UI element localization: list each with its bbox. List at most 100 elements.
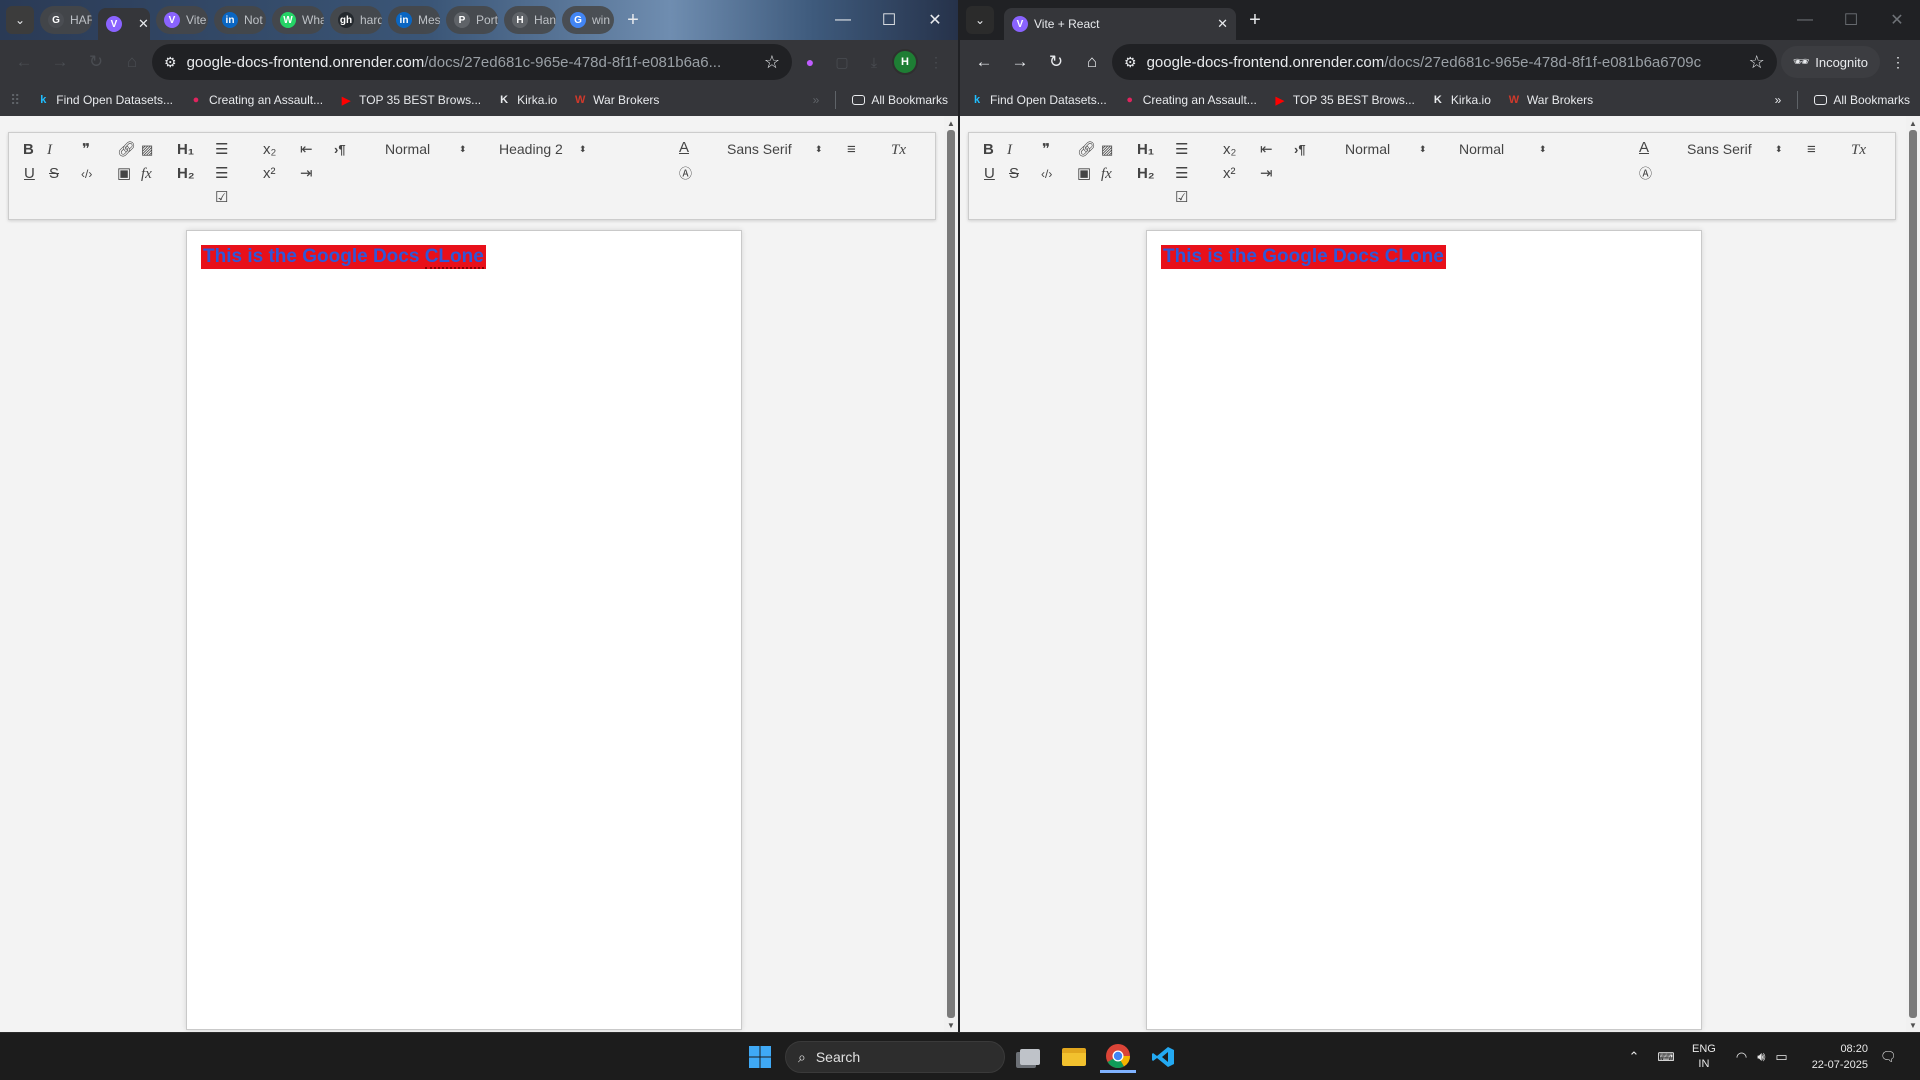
background-color-icon[interactable]: Ⓐ [1639, 165, 1652, 183]
header-select[interactable]: Normal ⬍ [1345, 141, 1429, 157]
clock[interactable]: 08:20 22-07-2025 [1812, 1041, 1868, 1073]
maximize-button[interactable]: ☐ [1828, 0, 1874, 40]
tab[interactable]: Gwin [562, 6, 614, 34]
formula-button[interactable]: fx [141, 165, 152, 183]
new-tab-button[interactable]: + [620, 7, 646, 33]
site-info-icon[interactable]: ⚙ [164, 54, 177, 71]
link-icon[interactable]: 🔗︎ [117, 141, 136, 159]
download-icon[interactable]: ⤓ [860, 48, 888, 76]
more-bookmarks-icon[interactable]: » [813, 93, 820, 107]
align-icon[interactable]: ≡ [847, 141, 856, 159]
close-window-button[interactable]: ✕ [1874, 0, 1920, 40]
chevron-up-icon[interactable]: ⌃ [1624, 1049, 1644, 1065]
font-select[interactable]: Sans Serif ⬍ [727, 141, 823, 157]
bookmark-star-icon[interactable]: ☆ [1749, 52, 1765, 73]
heading-select[interactable]: Normal ⬍ [1459, 141, 1547, 157]
tab-active[interactable]: V Vite + React ✕ [1004, 8, 1236, 40]
bookmark-item[interactable]: K Kirka.io [1431, 93, 1491, 107]
reload-button[interactable]: ↻ [80, 46, 112, 78]
clean-format-button[interactable]: Tx [1851, 141, 1866, 159]
bookmark-item[interactable]: ● Creating an Assault... [1123, 93, 1256, 107]
site-info-icon[interactable]: ⚙ [1124, 54, 1137, 71]
document-heading[interactable]: This is the Google Docs CLone [1161, 245, 1446, 269]
bold-button[interactable]: B [23, 141, 34, 159]
direction-button[interactable]: ›¶ [334, 141, 346, 159]
start-button[interactable] [744, 1041, 776, 1073]
tab-search-button[interactable]: ⌄ [966, 6, 994, 34]
more-bookmarks-icon[interactable]: » [1775, 93, 1782, 107]
notification-icon[interactable]: 🗨︎ [1880, 1049, 1897, 1065]
tab[interactable]: in Not [214, 6, 266, 34]
bookmark-item[interactable]: ▶ TOP 35 BEST Brows... [339, 93, 481, 107]
blockquote-button[interactable]: ❞ [1042, 141, 1050, 159]
bookmark-item[interactable]: k Find Open Datasets... [36, 93, 173, 107]
scroll-up-arrow[interactable]: ▲ [1906, 116, 1920, 130]
header-select[interactable]: Normal ⬍ [385, 141, 469, 157]
language-indicator[interactable]: ENG IN [1692, 1042, 1716, 1072]
indent-icon[interactable]: ⇥ [300, 165, 313, 183]
puzzle-icon[interactable]: ▢ [828, 48, 856, 76]
italic-button[interactable]: I [1007, 141, 1012, 159]
close-window-button[interactable]: ✕ [912, 0, 958, 40]
back-button[interactable]: ← [8, 46, 40, 78]
superscript-button[interactable]: x² [1223, 165, 1236, 183]
chrome-taskbar-icon[interactable] [1100, 1041, 1136, 1073]
bullet-list-icon[interactable]: ☰ [1175, 165, 1188, 183]
code-button[interactable]: ‹/› [1041, 165, 1052, 183]
font-select[interactable]: Sans Serif ⬍ [1687, 141, 1783, 157]
home-button[interactable]: ⌂ [116, 46, 148, 78]
bookmark-item[interactable]: k Find Open Datasets... [970, 93, 1107, 107]
align-icon[interactable]: ≡ [1807, 141, 1816, 159]
task-view-icon[interactable] [1014, 1041, 1046, 1073]
code-button[interactable]: ‹/› [81, 165, 92, 183]
link-icon[interactable]: 🔗︎ [1077, 141, 1096, 159]
tab[interactable]: P Port [446, 6, 498, 34]
maximize-button[interactable]: ☐ [866, 0, 912, 40]
ordered-list-icon[interactable]: ☰ [1175, 141, 1188, 159]
checklist-icon[interactable]: ☑ [1175, 189, 1188, 207]
formula-button[interactable]: fx [1101, 165, 1112, 183]
heading-select[interactable]: Heading 2 ⬍ [499, 141, 587, 157]
reload-button[interactable]: ↻ [1040, 46, 1072, 78]
forward-button[interactable]: → [1004, 46, 1036, 78]
video-button[interactable]: ▣ [117, 165, 131, 183]
tab[interactable]: G HAF [40, 6, 92, 34]
file-explorer-icon[interactable] [1056, 1041, 1092, 1073]
tab[interactable]: H Han [504, 6, 556, 34]
minimize-button[interactable]: — [1782, 0, 1828, 40]
bold-button[interactable]: B [983, 141, 994, 159]
profile-avatar[interactable]: H [892, 49, 918, 75]
document-page[interactable]: This is the Google Docs CLone [1146, 230, 1702, 1030]
scroll-up-arrow[interactable]: ▲ [944, 116, 958, 130]
scrollbar-thumb[interactable] [947, 130, 955, 1018]
scroll-down-arrow[interactable]: ▼ [1906, 1018, 1920, 1032]
keyboard-icon[interactable]: ⌨ [1652, 1050, 1680, 1064]
video-button[interactable]: ▣ [1077, 165, 1091, 183]
battery-icon[interactable]: ▭ [1775, 1049, 1787, 1065]
blockquote-button[interactable]: ❞ [82, 141, 90, 159]
image-icon[interactable]: ▨ [1101, 141, 1113, 159]
tab[interactable]: V Vite [156, 6, 208, 34]
background-color-icon[interactable]: Ⓐ [679, 165, 692, 183]
underline-button[interactable]: U [984, 165, 995, 183]
bookmark-item[interactable]: ▶ TOP 35 BEST Brows... [1273, 93, 1415, 107]
close-tab-icon[interactable]: ✕ [138, 16, 149, 32]
h1-button[interactable]: H₁ [177, 141, 194, 159]
italic-button[interactable]: I [47, 141, 52, 159]
strike-button[interactable]: S [49, 165, 59, 183]
tab-active[interactable]: V ✕ [98, 8, 150, 40]
text-color-button[interactable]: A [1639, 139, 1649, 157]
all-bookmarks-button[interactable]: All Bookmarks [852, 93, 948, 107]
direction-button[interactable]: ›¶ [1294, 141, 1306, 159]
outdent-icon[interactable]: ⇤ [1260, 141, 1273, 159]
clean-format-button[interactable]: Tx [891, 141, 906, 159]
tab[interactable]: in Mes [388, 6, 440, 34]
bookmark-item[interactable]: K Kirka.io [497, 93, 557, 107]
volume-icon[interactable]: 🔊︎ [1757, 1049, 1765, 1065]
tab[interactable]: W Wha [272, 6, 324, 34]
home-button[interactable]: ⌂ [1076, 46, 1108, 78]
address-bar[interactable]: ⚙ google-docs-frontend.onrender.com/docs… [152, 44, 792, 80]
superscript-button[interactable]: x² [263, 165, 276, 183]
strike-button[interactable]: S [1009, 165, 1019, 183]
new-tab-button[interactable]: + [1242, 7, 1268, 33]
